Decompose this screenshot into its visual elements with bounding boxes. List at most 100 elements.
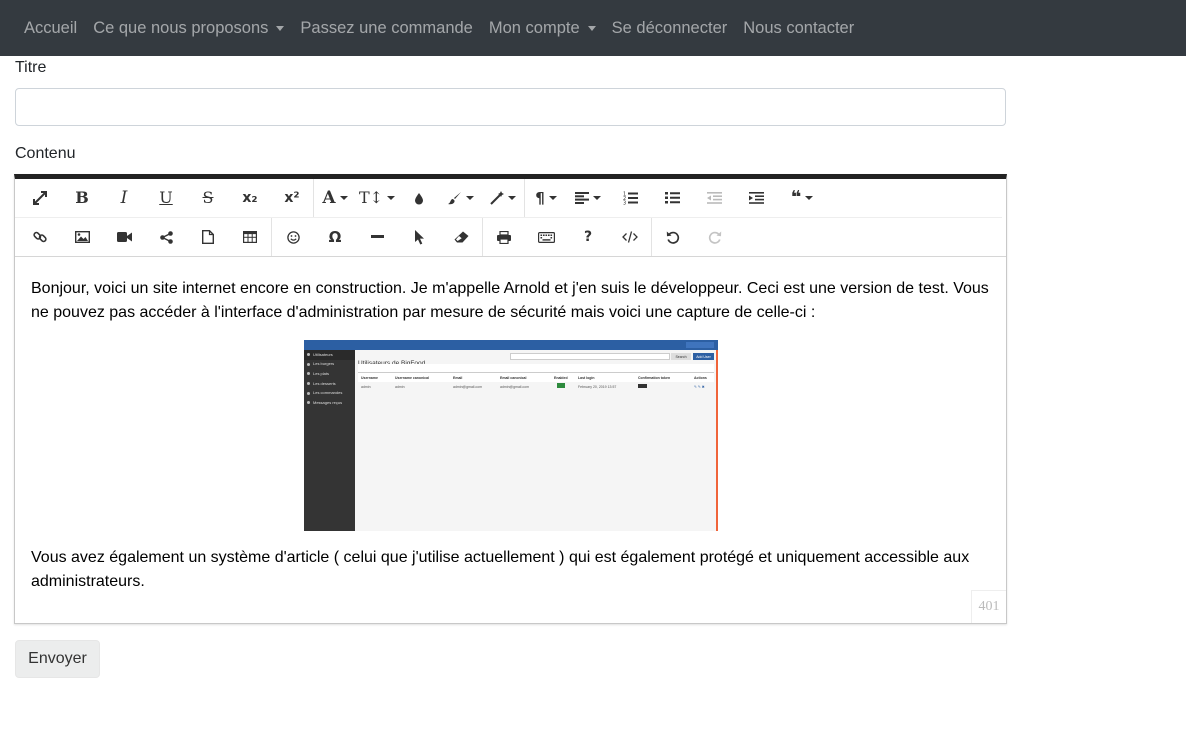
select-button[interactable]: [398, 218, 440, 256]
color-icon: [415, 192, 423, 204]
redo-button[interactable]: [694, 218, 736, 256]
horizontal-line-button[interactable]: [356, 218, 398, 256]
caret-down-icon: [339, 196, 348, 200]
video-icon: [116, 232, 132, 242]
paragraph-icon: ¶: [535, 188, 545, 207]
image-icon: [74, 231, 90, 243]
italic-button[interactable]: I: [103, 179, 145, 217]
nav-order-label: Passez une commande: [300, 18, 473, 37]
embedded-image-container: Big Food Utilisateurs Les burgers Les pl…: [31, 340, 991, 531]
mini-td: admin@gmail.com: [500, 385, 530, 389]
link-icon: [33, 231, 47, 243]
caret-down-icon: [587, 26, 596, 31]
nav-nous-contacter[interactable]: Nous contacter: [735, 19, 862, 38]
character-counter: 401: [971, 590, 1006, 623]
paragraph-button[interactable]: ¶: [525, 179, 567, 217]
eraser-button[interactable]: [440, 218, 482, 256]
fullscreen-icon: [33, 191, 47, 205]
mini-actions: ✎ ✎ ✖: [694, 385, 705, 389]
smiley-icon: [286, 230, 300, 244]
mini-table-row: admin admin admin@gmail.com admin@gmail.…: [358, 373, 714, 389]
align-button[interactable]: [567, 179, 609, 217]
caret-down-icon: [508, 196, 516, 200]
horizontal-line-icon: [370, 235, 384, 238]
bold-button[interactable]: B: [61, 179, 103, 217]
file-icon: [202, 230, 214, 244]
caret-down-icon: [548, 196, 557, 200]
title-input[interactable]: [15, 88, 1006, 126]
question-icon: ?: [583, 229, 593, 245]
outdent-button[interactable]: [693, 179, 735, 217]
cursor-icon: [414, 229, 424, 244]
undo-button[interactable]: [652, 218, 694, 256]
paint-brush-button[interactable]: [440, 179, 482, 217]
ordered-list-button[interactable]: 123: [609, 179, 651, 217]
magic-icon: [490, 191, 504, 205]
superscript-icon: x²: [284, 190, 300, 206]
admin-screenshot-image[interactable]: Big Food Utilisateurs Les burgers Les pl…: [304, 340, 718, 531]
redo-icon: [708, 231, 722, 244]
ordered-list-icon: 123: [623, 192, 638, 206]
caret-down-icon: [593, 196, 601, 200]
undo-icon: [666, 231, 680, 244]
quote-icon: ❝: [790, 187, 802, 208]
mini-topbar: Big Food: [304, 340, 718, 356]
superscript-button[interactable]: x²: [271, 179, 313, 217]
special-char-button[interactable]: Ω: [314, 218, 356, 256]
nav-mon-compte[interactable]: Mon compte: [481, 19, 604, 38]
unordered-list-button[interactable]: [651, 179, 693, 217]
subscript-button[interactable]: x₂: [229, 179, 271, 217]
svg-text:3: 3: [623, 201, 626, 206]
title-label: Titre: [15, 59, 47, 76]
underline-icon: U: [159, 188, 173, 207]
indent-button[interactable]: [735, 179, 777, 217]
mini-main: Utilisateurs de BigFood Search Add User …: [355, 350, 716, 531]
nav-accueil[interactable]: Accueil: [16, 19, 85, 38]
align-left-icon: [575, 192, 589, 204]
print-icon: [497, 230, 511, 244]
paint-brush-icon: [448, 192, 461, 205]
caret-down-icon: [276, 26, 285, 31]
table-button[interactable]: [229, 218, 271, 256]
submit-button[interactable]: Envoyer: [15, 640, 100, 678]
font-family-button[interactable]: A: [314, 179, 356, 217]
magic-button[interactable]: [482, 179, 524, 217]
font-size-icon: T↕: [358, 188, 384, 207]
code-view-button[interactable]: [609, 218, 651, 256]
strikethrough-button[interactable]: S: [187, 179, 229, 217]
font-size-button[interactable]: T↕: [356, 179, 398, 217]
editor-content[interactable]: Bonjour, voici un site internet encore e…: [31, 277, 991, 594]
print-button[interactable]: [483, 218, 525, 256]
unordered-list-icon: [664, 192, 680, 204]
caret-down-icon: [805, 196, 814, 200]
nav-ce-que-nous-proposons[interactable]: Ce que nous proposons: [85, 19, 292, 38]
nav-se-deconnecter[interactable]: Se déconnecter: [604, 19, 736, 38]
mini-scroll-edge: [716, 350, 718, 531]
content-paragraph-2: Vous avez également un système d'article…: [31, 549, 970, 590]
help-button[interactable]: ?: [567, 218, 609, 256]
nav-offers-label: Ce que nous proposons: [93, 18, 269, 37]
nav-account-label: Mon compte: [488, 18, 580, 37]
mini-add-button: Add User: [693, 353, 714, 360]
link-button[interactable]: [19, 218, 61, 256]
fullscreen-button[interactable]: [19, 179, 61, 217]
color-button[interactable]: [398, 179, 440, 217]
image-button[interactable]: [61, 218, 103, 256]
content-paragraph-1: Bonjour, voici un site internet encore e…: [31, 280, 989, 321]
share-button[interactable]: [145, 218, 187, 256]
content-label: Contenu: [15, 145, 76, 162]
subscript-icon: x₂: [242, 190, 258, 206]
mini-td: admin: [361, 385, 371, 389]
mini-td: admin: [395, 385, 405, 389]
video-button[interactable]: [103, 218, 145, 256]
nav-passez-une-commande[interactable]: Passez une commande: [292, 19, 480, 38]
eraser-icon: [454, 231, 468, 243]
keyboard-button[interactable]: [525, 218, 567, 256]
underline-button[interactable]: U: [145, 179, 187, 217]
emoji-button[interactable]: [272, 218, 314, 256]
strikethrough-icon: S: [202, 188, 214, 207]
mini-td: admin@gmail.com: [453, 385, 483, 389]
quote-button[interactable]: ❝: [777, 179, 827, 217]
caret-down-icon: [466, 196, 474, 200]
file-button[interactable]: [187, 218, 229, 256]
